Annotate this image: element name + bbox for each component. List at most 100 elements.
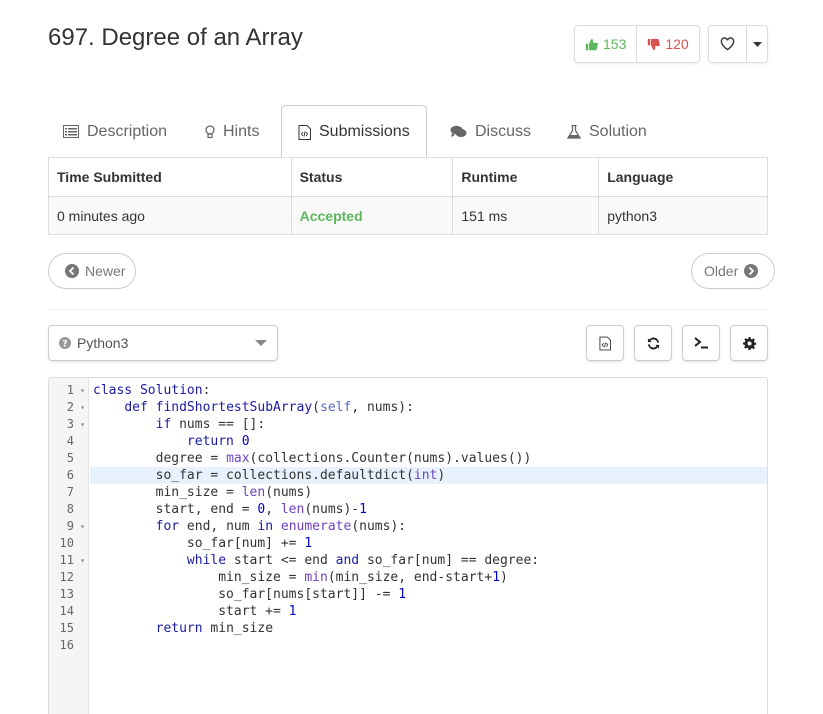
code-line[interactable]: 12 min_size = min(min_size, end-start+1) — [49, 569, 767, 586]
svg-text:?: ? — [62, 339, 67, 349]
thumbs-up-icon — [585, 38, 598, 50]
line-number: 7 — [66, 485, 74, 499]
language-select[interactable]: ? Python3 — [48, 325, 278, 361]
code-text: return min_size — [155, 621, 274, 636]
line-number: 6 — [66, 468, 74, 482]
tab-solution[interactable]: Solution — [567, 105, 647, 158]
tab-discuss[interactable]: Discuss — [450, 105, 531, 158]
code-line[interactable]: 2 ▾ def findShortestSubArray(self, nums): — [49, 399, 767, 416]
code-text: so_far[nums[start]] -= 1 — [93, 587, 407, 602]
code-text: return 0 — [186, 434, 250, 449]
code-line[interactable]: 6 so_far = collections.defaultdict(int) — [49, 467, 767, 484]
refresh-icon — [647, 337, 659, 349]
line-number: 5 — [66, 451, 74, 465]
code-line[interactable]: 5 degree = max(collections.Counter(nums)… — [49, 450, 767, 467]
chevron-left-circle-icon — [65, 264, 79, 278]
tab-submissions-label: Submissions — [319, 123, 410, 140]
reset-code-button[interactable] — [634, 325, 672, 361]
code-line[interactable]: 4 return 0 — [49, 433, 767, 450]
fold-arrow-icon[interactable]: ▾ — [78, 416, 87, 433]
like-count: 153 — [603, 36, 627, 52]
code-line[interactable]: 16 — [49, 637, 767, 654]
favorite-dropdown-button[interactable] — [747, 26, 767, 62]
code-text: degree = max(collections.Counter(nums).v… — [93, 451, 532, 466]
line-number: 12 — [59, 570, 74, 584]
select-caret-icon — [255, 340, 267, 346]
status-accepted-link[interactable]: Accepted — [300, 208, 363, 224]
code-text: for end, num in enumerate(nums): — [155, 519, 407, 534]
newer-label: Newer — [85, 263, 126, 279]
section-divider — [48, 309, 768, 310]
line-number: 16 — [59, 638, 74, 652]
code-file-icon — [298, 124, 311, 140]
fold-arrow-icon[interactable]: ▾ — [78, 518, 87, 535]
tab-hints-label: Hints — [223, 122, 260, 140]
code-line[interactable]: 8 start, end = 0, len(nums)-1 — [49, 501, 767, 518]
line-number: 8 — [66, 502, 74, 516]
tab-description-label: Description — [87, 122, 168, 140]
header-status: Status — [290, 157, 454, 197]
console-button[interactable] — [682, 325, 720, 361]
comments-icon — [450, 125, 467, 137]
like-button[interactable]: 153 — [575, 26, 638, 62]
code-line[interactable]: 7 min_size = len(nums) — [49, 484, 767, 501]
question-circle-icon: ? — [59, 337, 71, 349]
favorite-group — [708, 25, 768, 63]
fold-arrow-icon[interactable]: ▾ — [78, 382, 87, 399]
favorite-button[interactable] — [709, 26, 747, 62]
terminal-icon — [693, 337, 708, 349]
cell-time-submitted: 0 minutes ago — [48, 196, 292, 235]
line-number: 10 — [59, 536, 74, 550]
list-icon — [63, 125, 79, 138]
dislike-count: 120 — [665, 36, 689, 52]
code-editor[interactable]: 1 ▾ class Solution: 2 ▾ def findShortestSubA… — [48, 377, 768, 714]
tab-description[interactable]: Description — [63, 105, 167, 158]
code-line[interactable]: 10 so_far[num] += 1 — [49, 535, 767, 552]
fold-arrow-icon[interactable]: ▾ — [78, 399, 87, 416]
newer-button[interactable]: Newer — [48, 253, 137, 289]
code-text: start += 1 — [93, 604, 297, 619]
older-label: Older — [704, 263, 739, 279]
tab-hints[interactable]: Hints — [205, 105, 259, 158]
table-header-row: Time Submitted Status Runtime Language — [48, 157, 768, 197]
lightbulb-icon — [205, 124, 215, 138]
chevron-right-circle-icon — [744, 264, 759, 278]
submissions-table: Time Submitted Status Runtime Language 0… — [48, 157, 768, 235]
code-line[interactable]: 1 ▾ class Solution: — [49, 382, 767, 399]
cell-runtime: 151 ms — [452, 196, 600, 235]
flask-icon — [567, 124, 581, 139]
code-file-icon — [599, 336, 611, 350]
tab-submissions[interactable]: Submissions — [281, 105, 427, 159]
code-line[interactable]: 14 start += 1 — [49, 603, 767, 620]
header-runtime: Runtime — [452, 157, 600, 197]
dislike-button[interactable]: 120 — [637, 26, 698, 62]
code-template-button[interactable] — [586, 325, 624, 361]
code-text: so_far[num] += 1 — [93, 536, 313, 551]
fold-arrow-icon[interactable]: ▾ — [78, 552, 87, 569]
header-time-submitted: Time Submitted — [48, 157, 292, 197]
settings-button[interactable] — [730, 325, 768, 361]
code-line[interactable]: 15 return min_size — [49, 620, 767, 637]
language-select-value: Python3 — [77, 335, 129, 351]
code-text: start, end = 0, len(nums)-1 — [93, 502, 367, 517]
code-text: while start <= end and so_far[num] == de… — [186, 553, 540, 568]
code-line[interactable]: 11 ▾ while start <= end and so_far[num] =… — [49, 552, 767, 569]
caret-down-icon — [752, 41, 762, 47]
vote-group: 153 120 — [574, 25, 700, 63]
cell-status[interactable]: Accepted — [290, 196, 454, 235]
code-text: def findShortestSubArray(self, nums): — [124, 400, 414, 415]
table-row: 0 minutes ago Accepted 151 ms python3 — [48, 196, 768, 235]
code-line[interactable]: 9 ▾ for end, num in enumerate(nums): — [49, 518, 767, 535]
code-line[interactable]: 3 ▾ if nums == []: — [49, 416, 767, 433]
gear-icon — [742, 336, 756, 350]
line-number: 15 — [59, 621, 74, 635]
header-language: Language — [598, 157, 768, 197]
code-text: if nums == []: — [155, 417, 266, 432]
code-line[interactable]: 13 so_far[nums[start]] -= 1 — [49, 586, 767, 603]
older-button[interactable]: Older — [691, 253, 776, 289]
line-number: 14 — [59, 604, 74, 618]
code-text: min_size = len(nums) — [93, 485, 313, 500]
line-number: 4 — [66, 434, 74, 448]
line-number: 13 — [59, 587, 74, 601]
